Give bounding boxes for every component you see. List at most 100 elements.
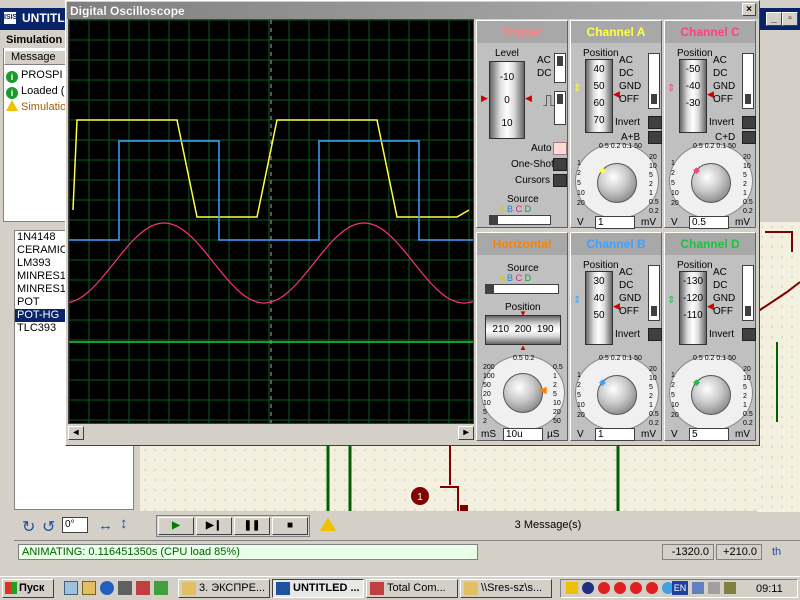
tray-app-icon[interactable] (630, 582, 642, 594)
minimize-icon[interactable]: _ (766, 12, 782, 26)
channel-position-drum[interactable]: 40 50 60 70 (585, 59, 613, 133)
position-arrow-down-icon: ▼ (519, 309, 527, 318)
clock[interactable]: 09:11 (756, 583, 783, 595)
invert-button[interactable] (742, 116, 756, 129)
timebase-right-ticks: 0.5 1 2 5 10 20 50 (553, 364, 563, 425)
volts-value-field[interactable]: 0.5 (689, 216, 729, 229)
drum-tick: 50 (593, 81, 605, 92)
timebase-knob[interactable] (503, 373, 543, 413)
tray-app-icon[interactable] (614, 582, 626, 594)
task-button[interactable]: \\Sres-sz\s... (460, 579, 552, 598)
drum-tick: -130 (682, 276, 703, 287)
trigger-edge-switch[interactable] (554, 91, 566, 125)
coupling-switch[interactable] (742, 265, 754, 321)
trigger-source-slider[interactable] (489, 215, 551, 225)
antivirus-icon[interactable] (598, 582, 610, 594)
channel-c-panel: Channel C Position -50 -40 -30 ⇕ ◀ AC DC GND… (664, 20, 756, 229)
schematic-canvas-right[interactable] (756, 222, 800, 512)
stop-button[interactable]: ■ (272, 517, 308, 535)
one-shot-button[interactable] (553, 158, 567, 171)
rotate-cw-icon[interactable]: ↻ (22, 517, 35, 537)
volts-value-field[interactable]: 1 (595, 428, 635, 441)
horizontal-position-drum[interactable]: 210 200 190 (485, 315, 561, 345)
scope-scrollbar[interactable]: ◂ ▸ (68, 425, 474, 441)
mirror-vertical-icon[interactable]: ↕ (120, 515, 128, 532)
message-row[interactable]: i Loaded ( (6, 83, 68, 99)
invert-label: Invert (615, 329, 641, 340)
play-button[interactable]: ▶ (158, 517, 194, 535)
trigger-coupling-switch[interactable] (554, 53, 566, 83)
scope-screen[interactable] (68, 19, 474, 424)
coord-x: -1320.0 (662, 544, 714, 560)
scroll-left-icon[interactable]: ◂ (68, 426, 84, 440)
rotate-ccw-icon[interactable]: ↺ (42, 517, 55, 537)
invert-button[interactable] (742, 328, 756, 341)
pause-button[interactable]: ❚❚ (234, 517, 270, 535)
coupling-switch[interactable] (648, 265, 660, 321)
invert-label: Invert (709, 329, 735, 340)
tray-app-icon[interactable] (724, 582, 736, 594)
trigger-dc-label: DC (537, 68, 552, 79)
coupling-dc-label: DC (619, 280, 634, 291)
channel-position-drum[interactable]: -130 -120 -110 (679, 271, 707, 345)
horizontal-source-slider[interactable] (485, 284, 559, 294)
tray-app-icon[interactable] (692, 582, 704, 594)
drum-tick: 210 (492, 324, 510, 335)
task-button-active[interactable]: UNTITLED ... (272, 579, 364, 598)
volts-right-ticks: 20 10 5 2 1 0.5 0.2 (743, 154, 753, 215)
combine-button[interactable] (648, 131, 662, 144)
folder-icon[interactable] (82, 581, 96, 595)
message-row[interactable]: i PROSPI (6, 67, 68, 83)
auto-button[interactable] (553, 142, 567, 155)
invert-button[interactable] (648, 328, 662, 341)
language-indicator[interactable]: EN (672, 581, 688, 595)
message-row[interactable]: Simulatio (6, 99, 68, 115)
units-label[interactable]: th (772, 546, 781, 558)
browser-icon[interactable] (100, 581, 114, 595)
coupling-switch[interactable] (648, 53, 660, 109)
drum-tick: 40 (593, 64, 605, 75)
app-icon[interactable] (136, 581, 150, 595)
app-icon[interactable] (154, 581, 168, 595)
channel-position-drum[interactable]: 30 40 50 (585, 271, 613, 345)
folder-icon (182, 582, 196, 595)
angle-field[interactable]: 0° (62, 517, 88, 533)
message-column-header[interactable]: Message (4, 50, 68, 65)
channel-position-drum[interactable]: -50 -40 -30 (679, 59, 707, 133)
channel-title: Channel D (665, 233, 755, 255)
scope-display (68, 19, 474, 423)
isis-icon (276, 582, 290, 595)
volts-value-field[interactable]: 1 (595, 216, 635, 229)
app-icon[interactable] (118, 581, 132, 595)
warning-icon[interactable] (320, 517, 336, 531)
level-label: Level (495, 48, 519, 59)
combine-button[interactable] (742, 131, 756, 144)
timebase-value-field[interactable]: 10u (503, 428, 543, 441)
volts-value-field[interactable]: 5 (689, 428, 729, 441)
message-count[interactable]: 3 Message(s) (340, 516, 756, 534)
invert-label: Invert (709, 117, 735, 128)
start-button[interactable]: Пуск (2, 579, 54, 598)
combine-label: C+D (715, 132, 736, 143)
task-button[interactable]: 3. ЭКСПРЕ... (178, 579, 270, 598)
desktop-icon[interactable] (64, 581, 78, 595)
speaker-icon[interactable] (566, 582, 578, 594)
coupling-dc-label: DC (619, 68, 634, 79)
restore-icon[interactable]: ▫ (782, 12, 798, 26)
task-button[interactable]: Total Com... (366, 579, 458, 598)
tray-app-icon[interactable] (646, 582, 658, 594)
trigger-level-drum[interactable]: -10 0 10 (489, 61, 525, 139)
network-icon[interactable] (582, 582, 594, 594)
tray-icons (566, 582, 676, 596)
cursors-button[interactable] (553, 174, 567, 187)
close-icon[interactable]: × (742, 3, 756, 16)
volts-left-ticks: 1 2 5 10 20 (577, 372, 585, 419)
schematic-canvas[interactable]: 1 (140, 445, 760, 511)
scroll-right-icon[interactable]: ▸ (458, 426, 474, 440)
tray-app-icon[interactable] (708, 582, 720, 594)
invert-button[interactable] (648, 116, 662, 129)
horizontal-panel: Horizontal Source A B C D Position 210 2… (476, 232, 568, 441)
mirror-horizontal-icon[interactable]: ↔ (98, 517, 113, 534)
coupling-switch[interactable] (742, 53, 754, 109)
step-button[interactable]: ▶❙ (196, 517, 232, 535)
